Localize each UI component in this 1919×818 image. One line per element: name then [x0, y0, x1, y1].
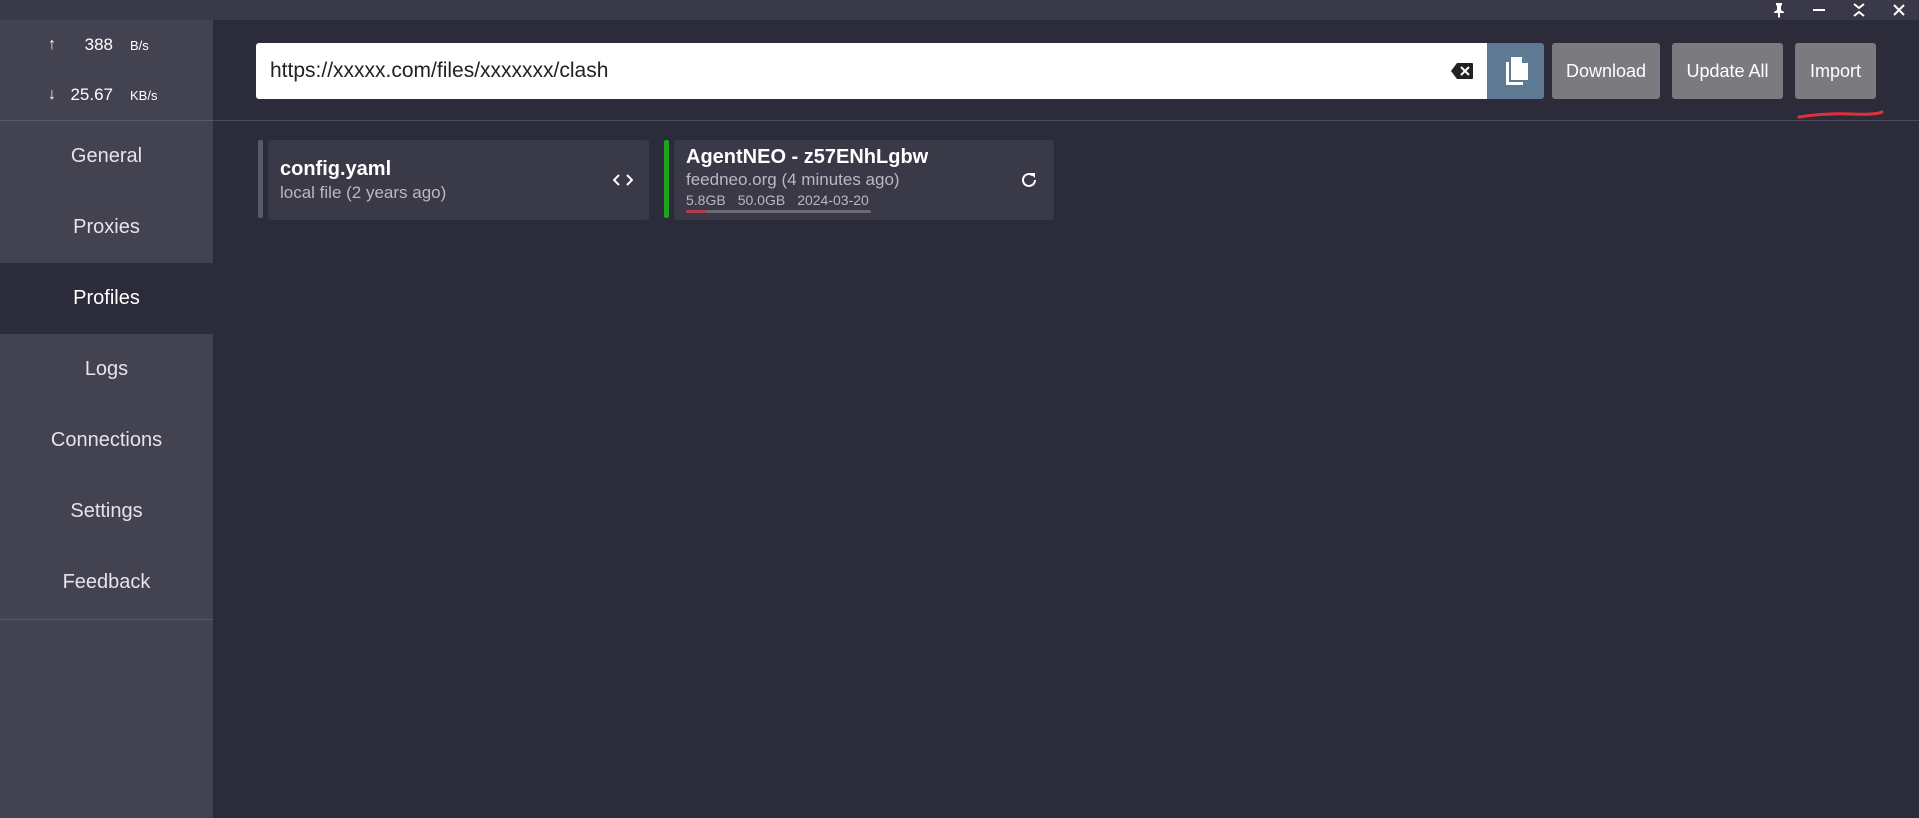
profiles-page: Download Update All Import config.yaml l…	[213, 20, 1919, 818]
traffic-monitor: ↑ 388 B/s ↓ 25.67 KB/s	[0, 20, 213, 120]
profile-subtitle: feedneo.org (4 minutes ago)	[686, 170, 900, 189]
profile-indicator-bar	[258, 140, 263, 218]
refresh-icon	[1022, 172, 1036, 187]
download-button[interactable]: Download	[1552, 43, 1660, 99]
import-button[interactable]: Import	[1795, 43, 1876, 99]
code-icon	[613, 174, 633, 186]
sidebar-bottom-divider	[0, 619, 213, 620]
usage-total: 50.0GB	[737, 192, 786, 208]
pin-button[interactable]	[1759, 0, 1799, 20]
profile-card-config[interactable]: config.yaml local file (2 years ago)	[268, 140, 649, 220]
usage-expire: 2024-03-20	[797, 192, 869, 208]
usage-progress-fill	[686, 210, 708, 213]
minimize-icon	[1813, 9, 1825, 11]
upload-value: 388	[84, 35, 113, 54]
upload-arrow-icon: ↑	[48, 36, 56, 53]
usage-used: 5.8GB	[686, 192, 726, 208]
paste-button[interactable]	[1487, 43, 1544, 99]
pin-icon	[1774, 3, 1784, 18]
sidebar-item-settings[interactable]: Settings	[0, 476, 213, 547]
sidebar-item-logs[interactable]: Logs	[0, 334, 213, 405]
sidebar-item-profiles[interactable]: Profiles	[0, 263, 213, 334]
collapse-button[interactable]	[1839, 0, 1879, 20]
title-bar	[0, 0, 1919, 20]
sidebar-item-general[interactable]: General	[0, 121, 213, 192]
collapse-icon	[1853, 3, 1865, 17]
download-speed: ↓ 25.67 KB/s	[0, 80, 213, 110]
sidebar-item-proxies[interactable]: Proxies	[0, 192, 213, 263]
profile-title: AgentNEO - z57ENhLgbw	[686, 146, 929, 168]
close-icon	[1893, 4, 1905, 16]
paste-icon	[1505, 57, 1528, 85]
profile-toolbar: Download Update All Import	[213, 20, 1919, 120]
edit-profile-button[interactable]	[611, 168, 635, 192]
upload-unit: B/s	[130, 37, 149, 53]
profile-subtitle: local file (2 years ago)	[280, 183, 447, 202]
usage-progress-bar	[686, 210, 871, 213]
update-all-button[interactable]: Update All	[1672, 43, 1783, 99]
download-unit: KB/s	[130, 87, 158, 103]
download-arrow-icon: ↓	[48, 86, 56, 103]
profile-usage-meta: 5.8GB 50.0GB 2024-03-20	[686, 192, 881, 208]
profile-url-input[interactable]	[270, 43, 1420, 99]
minimize-button[interactable]	[1799, 0, 1839, 20]
active-profile-indicator-bar	[664, 140, 669, 218]
annotation-underline	[1797, 110, 1884, 119]
sidebar: ↑ 388 B/s ↓ 25.67 KB/s General Proxies P…	[0, 20, 213, 818]
download-value: 25.67	[70, 85, 113, 104]
sidebar-item-feedback[interactable]: Feedback	[0, 547, 213, 618]
update-profile-button[interactable]	[1017, 168, 1041, 192]
url-box	[256, 43, 1487, 99]
upload-speed: ↑ 388 B/s	[0, 30, 213, 60]
profile-title: config.yaml	[280, 158, 392, 180]
window-controls	[1759, 0, 1919, 20]
clear-url-button[interactable]	[1449, 59, 1475, 83]
toolbar-divider	[213, 120, 1919, 121]
profile-card-agentneo[interactable]: AgentNEO - z57ENhLgbw feedneo.org (4 min…	[674, 140, 1054, 220]
backspace-icon	[1451, 63, 1473, 79]
close-button[interactable]	[1879, 0, 1919, 20]
sidebar-item-connections[interactable]: Connections	[0, 405, 213, 476]
